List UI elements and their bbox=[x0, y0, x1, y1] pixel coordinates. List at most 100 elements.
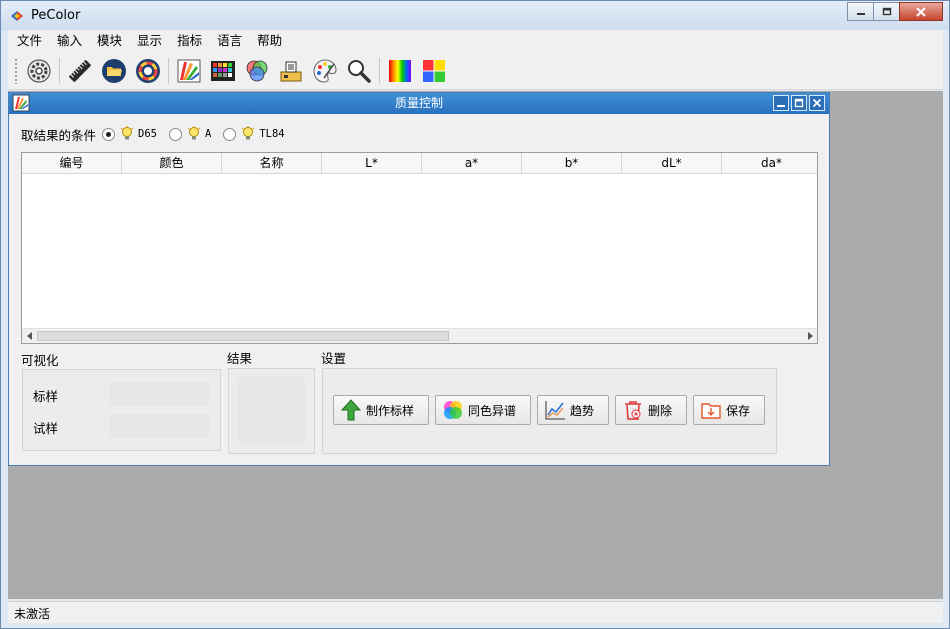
column-header-name[interactable]: 名称 bbox=[222, 153, 322, 173]
toolbar-fan-deck-button[interactable] bbox=[174, 56, 204, 86]
radio-selected-dot bbox=[106, 131, 112, 137]
standard-label: 标样 bbox=[33, 389, 59, 404]
toolbar-separator bbox=[59, 57, 60, 84]
scroll-right-button[interactable] bbox=[802, 329, 817, 343]
status-bar: 未激活 bbox=[8, 601, 943, 623]
toolbar-grip[interactable] bbox=[14, 57, 18, 84]
table-header: 编号 颜色 名称 L* a* b* dL* da* bbox=[22, 153, 817, 174]
child-maximize-button[interactable] bbox=[791, 95, 807, 111]
quality-control-window: 质量控制 取结果的条件 D65 A TL84 编号 颜色 名称 L* a* b*… bbox=[8, 92, 830, 466]
metamerism-label: 同色异谱 bbox=[468, 403, 517, 418]
triangle-left-icon bbox=[26, 332, 32, 340]
settings-icon bbox=[27, 58, 51, 83]
toolbar-palette-button[interactable] bbox=[310, 56, 340, 86]
close-button[interactable] bbox=[899, 2, 943, 21]
trash-icon bbox=[622, 399, 644, 421]
child-window-controls bbox=[773, 95, 825, 111]
child-close-button[interactable] bbox=[809, 95, 825, 111]
child-title-bar[interactable]: 质量控制 bbox=[9, 93, 829, 113]
delete-label: 删除 bbox=[648, 403, 673, 418]
palette-icon bbox=[313, 58, 337, 83]
lab-instrument-icon bbox=[280, 61, 302, 81]
radio-a[interactable] bbox=[168, 127, 182, 141]
toolbar-color-square-button[interactable] bbox=[419, 56, 449, 86]
visualization-title: 可视化 bbox=[21, 353, 59, 368]
radio-tl84[interactable] bbox=[223, 127, 237, 141]
delete-button[interactable]: 删除 bbox=[615, 395, 687, 425]
column-header-color[interactable]: 颜色 bbox=[122, 153, 222, 173]
trend-button[interactable]: 趋势 bbox=[537, 395, 609, 425]
conditions-label: 取结果的条件 bbox=[21, 127, 97, 143]
toolbar-open-button[interactable] bbox=[99, 56, 129, 86]
result-title: 结果 bbox=[227, 351, 253, 366]
folder-save-icon bbox=[700, 399, 722, 421]
window-controls bbox=[847, 2, 943, 21]
app-logo-icon bbox=[11, 10, 23, 21]
close-icon bbox=[916, 6, 926, 17]
settings-group: 制作标样 同色异谱 趋势 删除 保存 bbox=[322, 368, 777, 454]
menu-display[interactable]: 显示 bbox=[128, 30, 168, 52]
toolbar-instrument-button[interactable] bbox=[276, 56, 306, 86]
toolbar-color-grid-button[interactable] bbox=[208, 56, 238, 86]
trend-chart-icon bbox=[544, 399, 566, 421]
minimize-icon bbox=[777, 105, 785, 107]
minimize-button[interactable] bbox=[847, 2, 874, 21]
bulb-icon bbox=[242, 126, 255, 140]
color-circles-icon bbox=[442, 399, 464, 421]
trend-label: 趋势 bbox=[570, 403, 595, 418]
toolbar-color-wheel-button[interactable] bbox=[133, 56, 163, 86]
bulb-icon bbox=[120, 126, 134, 140]
save-label: 保存 bbox=[726, 403, 751, 418]
spectrum-icon bbox=[389, 59, 411, 82]
restore-button[interactable] bbox=[873, 2, 900, 21]
column-header-a[interactable]: a* bbox=[422, 153, 522, 173]
menu-metrics[interactable]: 指标 bbox=[168, 30, 208, 52]
app-title: PeColor bbox=[31, 8, 81, 23]
column-header-da[interactable]: da* bbox=[722, 153, 817, 173]
minimize-icon bbox=[856, 12, 865, 15]
save-button[interactable]: 保存 bbox=[693, 395, 765, 425]
radio-d65[interactable] bbox=[102, 127, 116, 141]
settings-title: 设置 bbox=[321, 351, 347, 366]
rgb-circles-icon bbox=[246, 60, 268, 81]
column-header-l[interactable]: L* bbox=[322, 153, 422, 173]
menu-bar: 文件 输入 模块 显示 指标 语言 帮助 bbox=[8, 30, 943, 52]
illuminant-d65-label: D65 bbox=[138, 128, 157, 140]
toolbar-ruler-button[interactable] bbox=[65, 56, 95, 86]
maximize-icon bbox=[794, 98, 804, 108]
title-bar: PeColor bbox=[1, 1, 949, 30]
standard-swatch bbox=[109, 382, 209, 406]
toolbar-settings-button[interactable] bbox=[24, 56, 54, 86]
make-standard-button[interactable]: 制作标样 bbox=[333, 395, 429, 425]
folder-open-icon bbox=[102, 58, 126, 83]
scroll-thumb[interactable] bbox=[37, 331, 449, 341]
horizontal-scrollbar[interactable] bbox=[22, 328, 817, 343]
toolbar-spectrum-button[interactable] bbox=[385, 56, 415, 86]
toolbar-search-button[interactable] bbox=[344, 56, 374, 86]
child-window-body: 取结果的条件 D65 A TL84 编号 颜色 名称 L* a* b* dL* … bbox=[9, 113, 829, 465]
child-window-title: 质量控制 bbox=[394, 96, 443, 110]
result-panel bbox=[237, 377, 305, 443]
column-header-dl[interactable]: dL* bbox=[622, 153, 722, 173]
illuminant-tl84-label: TL84 bbox=[259, 128, 285, 140]
menu-input[interactable]: 输入 bbox=[48, 30, 88, 52]
conditions-row: 取结果的条件 D65 A TL84 bbox=[21, 124, 297, 144]
make-standard-label: 制作标样 bbox=[366, 403, 415, 418]
toolbar-rgb-button[interactable] bbox=[242, 56, 272, 86]
illuminant-a-label: A bbox=[204, 128, 212, 140]
results-table[interactable]: 编号 颜色 名称 L* a* b* dL* da* bbox=[21, 152, 818, 344]
menu-module[interactable]: 模块 bbox=[88, 30, 128, 52]
column-header-b[interactable]: b* bbox=[522, 153, 622, 173]
menu-language[interactable]: 语言 bbox=[208, 30, 248, 52]
menu-file[interactable]: 文件 bbox=[8, 30, 48, 52]
column-header-id[interactable]: 编号 bbox=[22, 153, 122, 173]
menu-help[interactable]: 帮助 bbox=[248, 30, 288, 52]
scroll-left-button[interactable] bbox=[22, 329, 37, 343]
toolbar bbox=[8, 52, 943, 90]
child-minimize-button[interactable] bbox=[773, 95, 789, 111]
metamerism-button[interactable]: 同色异谱 bbox=[435, 395, 531, 425]
magnifier-icon bbox=[348, 59, 371, 83]
close-icon bbox=[812, 98, 822, 108]
color-grid-icon bbox=[211, 60, 235, 81]
arrow-up-icon bbox=[340, 399, 362, 421]
